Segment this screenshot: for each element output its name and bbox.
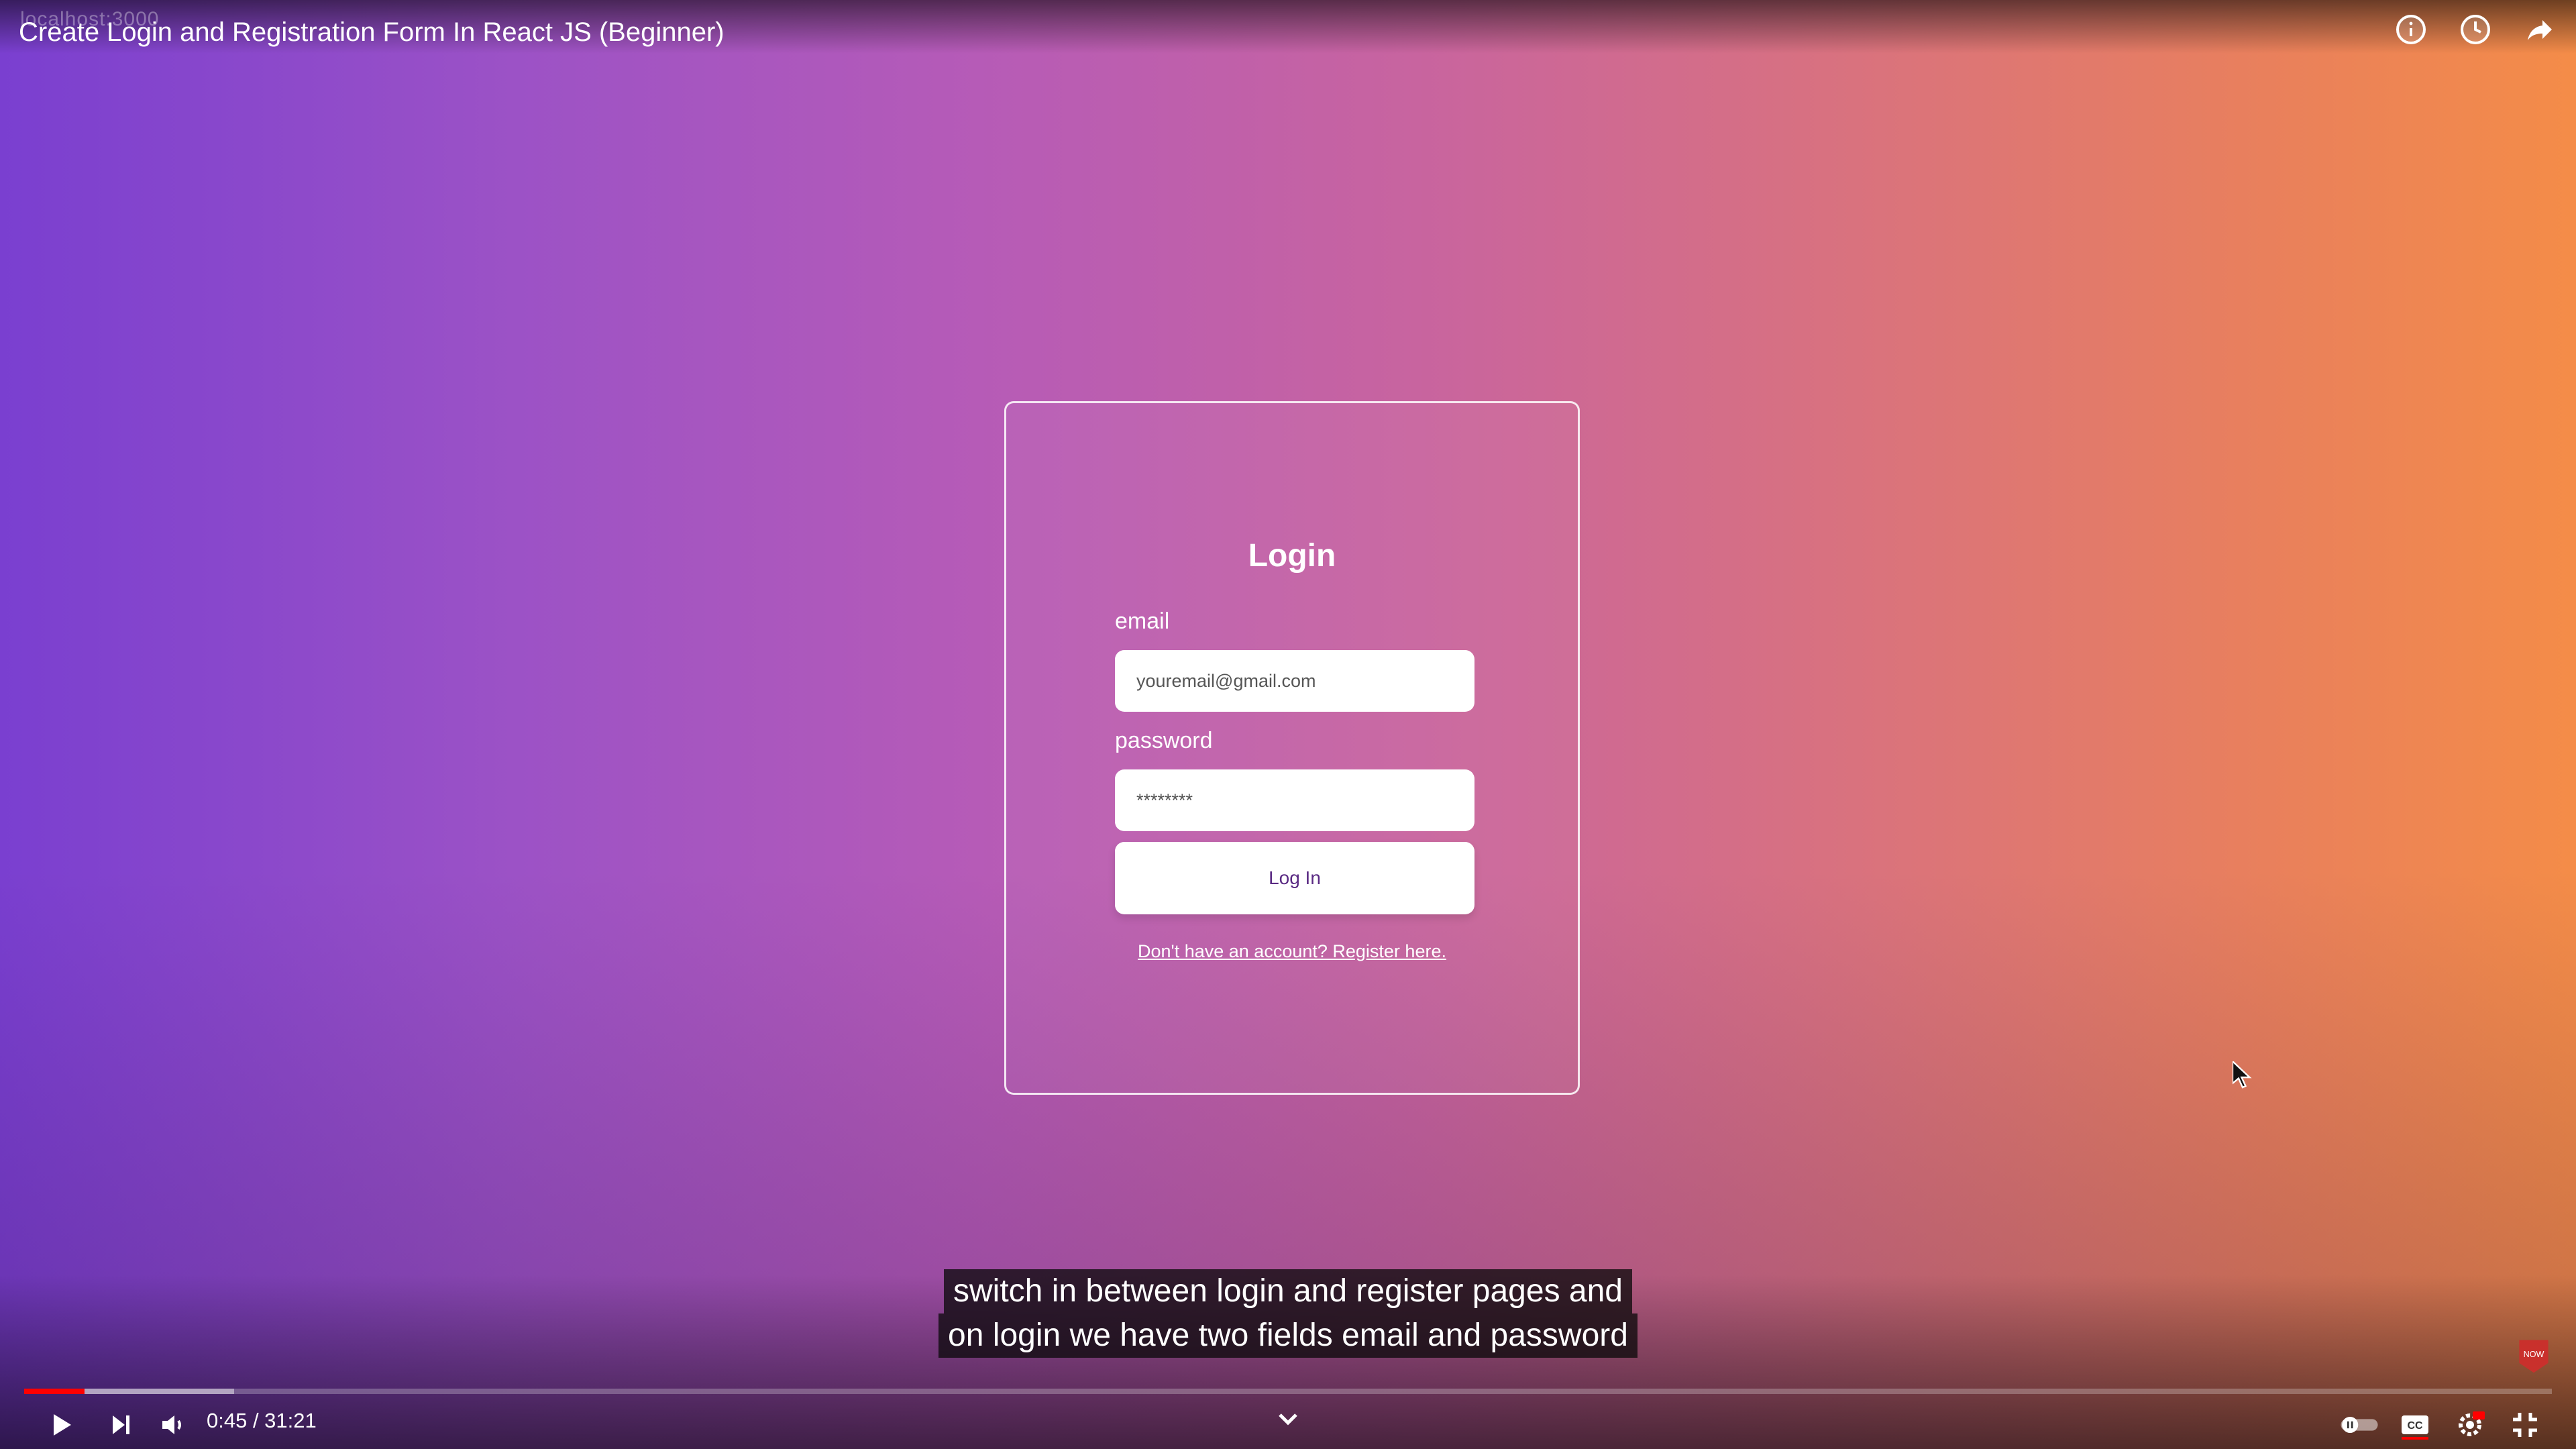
password-label: password <box>1115 728 1213 753</box>
progress-bar[interactable] <box>24 1389 2552 1394</box>
channel-badge-text: NOW <box>2524 1350 2544 1359</box>
email-placeholder: youremail@gmail.com <box>1136 670 1316 691</box>
login-button[interactable]: Log In <box>1115 842 1474 914</box>
mouse-cursor-icon <box>2233 1061 2252 1089</box>
settings-icon <box>2459 1411 2485 1436</box>
top-icons <box>2391 9 2560 50</box>
autoplay-toggle-icon <box>2341 1416 2378 1434</box>
email-label: email <box>1115 608 1170 634</box>
caption-line-2: on login we have two fields email and pa… <box>938 1313 1638 1358</box>
progress-played <box>24 1389 85 1394</box>
video-frame[interactable]: localhost:3000 Create Login and Registra… <box>0 0 2576 1449</box>
settings-button[interactable] <box>2450 1405 2490 1445</box>
autoplay-toggle[interactable] <box>2336 1405 2383 1445</box>
caption-line-1: switch in between login and register pag… <box>944 1269 1632 1313</box>
chapter-chevron[interactable] <box>1268 1402 1308 1436</box>
captions-button[interactable]: CC <box>2395 1405 2435 1445</box>
svg-text:CC: CC <box>2407 1420 2423 1432</box>
login-title: Login <box>1248 538 1336 574</box>
info-icon[interactable] <box>2391 9 2431 50</box>
next-button[interactable] <box>101 1405 141 1445</box>
channel-badge[interactable]: NOW <box>2516 1336 2552 1375</box>
volume-button[interactable] <box>153 1405 193 1445</box>
email-field[interactable]: youremail@gmail.com <box>1115 650 1474 712</box>
chapter-chevron-icon <box>1279 1413 1297 1426</box>
password-value: ******** <box>1136 790 1193 810</box>
next-icon <box>113 1415 129 1434</box>
captions-icon: CC <box>2402 1415 2428 1440</box>
exit-fullscreen-icon <box>2513 1413 2537 1437</box>
login-card: Login email youremail@gmail.com password… <box>1004 401 1580 1095</box>
play-button[interactable] <box>40 1405 80 1445</box>
exit-fullscreen-button[interactable] <box>2505 1405 2545 1445</box>
register-link[interactable]: Don't have an account? Register here. <box>1006 941 1578 962</box>
time-display: 0:45 / 31:21 <box>207 1409 317 1432</box>
captions: switch in between login and register pag… <box>0 1269 2576 1358</box>
video-title[interactable]: Create Login and Registration Form In Re… <box>19 17 724 48</box>
watch-later-icon[interactable] <box>2455 9 2496 50</box>
volume-icon <box>162 1415 181 1434</box>
password-field[interactable]: ******** <box>1115 769 1474 831</box>
top-overlay: localhost:3000 Create Login and Registra… <box>0 0 2576 54</box>
play-icon <box>54 1414 71 1436</box>
share-icon[interactable] <box>2520 9 2560 50</box>
